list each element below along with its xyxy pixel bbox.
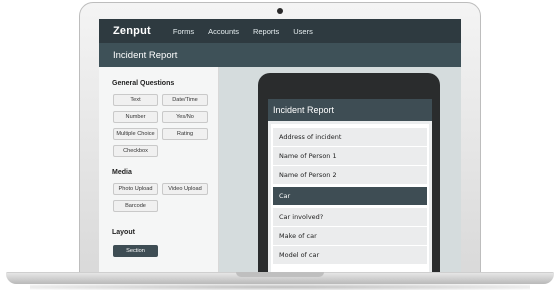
photo-upload-button[interactable]: Photo Upload (113, 183, 158, 195)
laptop-shadow (30, 284, 530, 290)
question-row[interactable]: Name of Person 1 (273, 147, 427, 165)
phone-form-title: Incident Report (273, 105, 335, 115)
question-row[interactable]: Address of incident (273, 128, 427, 146)
question-row[interactable]: Model of car (273, 246, 427, 264)
nav-users[interactable]: Users (293, 27, 313, 36)
phone-screen: Incident Report Address of incident Name… (268, 99, 432, 273)
barcode-button[interactable]: Barcode (113, 200, 158, 212)
camera-icon (277, 8, 283, 14)
phone-header: Incident Report (268, 99, 432, 121)
section-button[interactable]: Section (113, 245, 158, 257)
laptop-base-notch (236, 272, 324, 277)
zenput-logo[interactable]: Zenput (113, 25, 151, 37)
nav-accounts[interactable]: Accounts (208, 27, 239, 36)
laptop-screen: Zenput Forms Accounts Reports Users Inci… (99, 19, 461, 273)
question-row[interactable]: Car involved? (273, 208, 427, 226)
top-nav: Zenput Forms Accounts Reports Users (99, 19, 461, 43)
title-bar: Incident Report (99, 43, 461, 67)
general-questions-title: General Questions (112, 80, 175, 87)
field-palette-sidebar: General Questions Text Date/Time Number … (99, 67, 219, 273)
nav-forms[interactable]: Forms (173, 27, 194, 36)
nav-reports[interactable]: Reports (253, 27, 279, 36)
media-title: Media (112, 169, 132, 176)
page-title: Incident Report (113, 49, 178, 61)
layout-title: Layout (112, 229, 135, 236)
form-question-list: Address of incident Name of Person 1 Nam… (271, 124, 429, 273)
multiple-choice-field-button[interactable]: Multiple Choice (113, 128, 158, 140)
question-row[interactable]: Make of car (273, 227, 427, 245)
rating-field-button[interactable]: Rating (162, 128, 208, 140)
text-field-button[interactable]: Text (113, 94, 158, 106)
section-row-selected[interactable]: Car (273, 187, 427, 205)
checkbox-field-button[interactable]: Checkbox (113, 145, 158, 157)
number-field-button[interactable]: Number (113, 111, 158, 123)
datetime-field-button[interactable]: Date/Time (162, 94, 208, 106)
video-upload-button[interactable]: Video Upload (162, 183, 208, 195)
yesno-field-button[interactable]: Yes/No (162, 111, 208, 123)
question-row[interactable]: Name of Person 2 (273, 166, 427, 184)
